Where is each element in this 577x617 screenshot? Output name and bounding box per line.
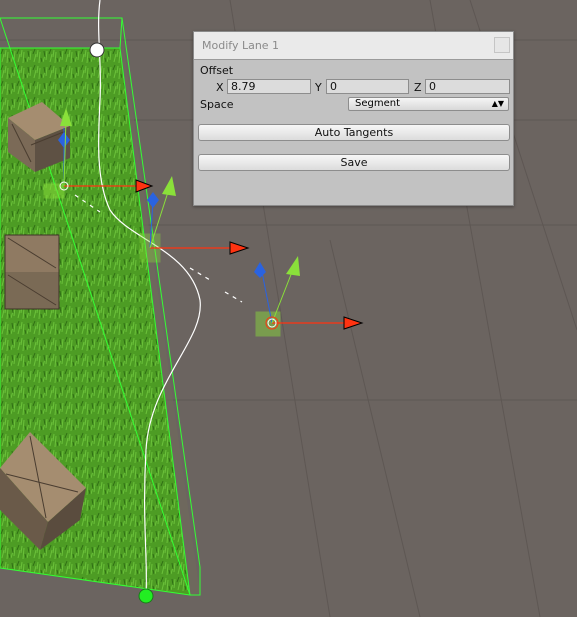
space-dropdown-value: Segment [355,98,400,109]
dropdown-arrow-icon: ▲▼ [491,99,504,108]
modify-lane-window[interactable]: Modify Lane 1 Offset X 8.79 Y 0 Z 0 Spac… [193,31,514,206]
offset-x-field[interactable]: 8.79 [227,79,311,94]
offset-z-field[interactable]: 0 [425,79,510,94]
save-button[interactable]: Save [198,154,510,171]
window-title: Modify Lane 1 [202,39,280,52]
crate-2[interactable] [4,234,60,310]
offset-label: Offset [200,64,234,77]
offset-y-label: Y [315,81,322,94]
window-titlebar[interactable]: Modify Lane 1 [194,32,513,60]
spline-start-node[interactable] [89,42,105,58]
transform-gizmo-3[interactable] [254,256,364,337]
space-dropdown[interactable]: Segment ▲▼ [348,97,509,111]
close-button[interactable] [494,37,510,53]
offset-x-label: X [216,81,224,94]
offset-y-field[interactable]: 0 [326,79,409,94]
spline-end-node[interactable] [138,588,154,604]
offset-z-label: Z [414,81,422,94]
space-label: Space [200,98,234,111]
auto-tangents-button[interactable]: Auto Tangents [198,124,510,141]
